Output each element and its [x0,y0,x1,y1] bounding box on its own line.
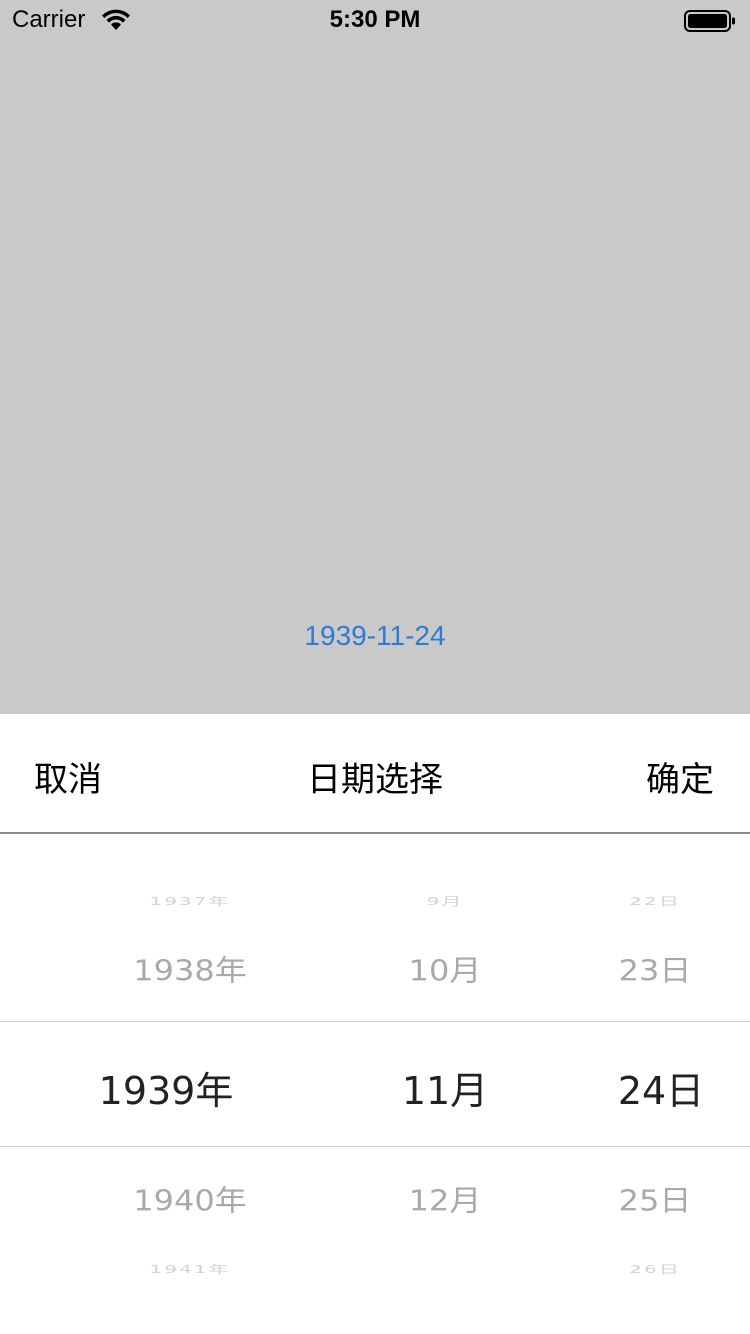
picker-title: 日期选择 [307,760,443,800]
month-option[interactable]: 12月 [340,1178,550,1219]
status-time: 5:30 PM [329,6,421,33]
year-option[interactable]: 1938年 [60,948,320,989]
year-option[interactable]: 1940年 [60,1178,320,1219]
year-wheel[interactable]: 1937年 1938年 1939年 1940年 1941年 [60,834,320,1334]
picker-wheels[interactable]: 1937年 1938年 1939年 1940年 1941年 9月 10月 11月… [0,834,750,1334]
month-option[interactable]: 10月 [340,948,550,989]
month-option[interactable]: 9月 [340,893,550,909]
day-option[interactable]: 23日 [560,948,750,989]
year-option[interactable]: 1941年 [60,1261,320,1277]
battery-icon [684,10,735,32]
screen: Carrier 5:30 PM 1939-11-24 取消 日期选择 确定 19… [0,0,750,1334]
confirm-button[interactable]: 确定 [646,752,714,801]
picker-toolbar: 取消 日期选择 确定 [0,714,750,834]
year-option[interactable]: 1937年 [60,893,320,909]
month-selected[interactable]: 11月 [340,1060,550,1115]
day-wheel[interactable]: 22日 23日 24日 25日 26日 [560,834,750,1334]
day-selected[interactable]: 24日 [566,1060,750,1115]
day-option[interactable]: 22日 [560,893,750,909]
selected-date-label[interactable]: 1939-11-24 [0,620,750,652]
day-option[interactable]: 26日 [560,1261,750,1277]
date-picker-sheet: 取消 日期选择 确定 1937年 1938年 1939年 1940年 1941年… [0,714,750,1334]
year-selected[interactable]: 1939年 [36,1060,296,1115]
day-option[interactable]: 25日 [560,1178,750,1219]
month-wheel[interactable]: 9月 10月 11月 12月 [340,834,550,1334]
status-bar: Carrier 5:30 PM [0,0,750,40]
